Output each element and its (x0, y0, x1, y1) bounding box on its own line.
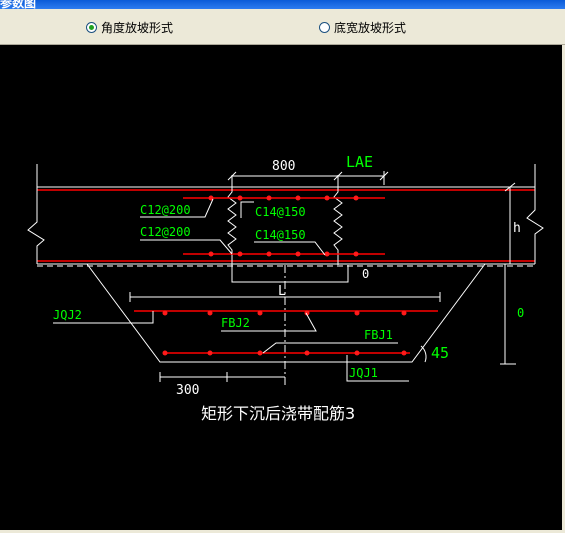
radio-bottom-width-slope-label: 底宽放坡形式 (334, 20, 407, 35)
left-break-line (27, 164, 45, 264)
c14-top-leader (240, 201, 254, 218)
zero-mid-bracket (231, 265, 349, 283)
zero-right-label: 0 (517, 306, 524, 320)
window-title: 参数图 (0, 0, 37, 9)
radio-selected-icon (86, 21, 97, 33)
radio-angle-slope[interactable]: 角度放坡形式 (86, 19, 173, 35)
drawing-canvas: 800 LAE C12@200 C12@200 C14@150 C14@150 … (0, 45, 565, 530)
fbj1-label: FBJ1 (364, 328, 393, 342)
drawing-caption: 矩形下沉后浇带配筋3 (201, 404, 355, 423)
right-break-line (526, 164, 544, 264)
dim-800-label: 800 (272, 159, 295, 174)
c14-bot-label: C14@150 (255, 228, 306, 242)
strip-right-edge (333, 175, 343, 265)
radio-unselected-icon (319, 21, 330, 33)
fbj2-label: FBJ2 (221, 316, 250, 330)
radio-bottom-width-slope[interactable]: 底宽放坡形式 (319, 19, 406, 35)
h-label: h (513, 221, 521, 236)
options-bar: 角度放坡形式 底宽放坡形式 (0, 9, 565, 45)
rebar-drawing: 800 LAE C12@200 C12@200 C14@150 C14@150 … (27, 153, 544, 423)
angle-label: 45 (431, 344, 449, 362)
c14-bot-leader (254, 241, 326, 256)
radio-angle-slope-label: 角度放坡形式 (101, 20, 174, 35)
zero-mid-label: 0 (362, 267, 369, 281)
pit-outline (86, 263, 486, 363)
dim-300-label: 300 (176, 383, 199, 398)
c12-bot-leader (140, 239, 233, 255)
jqj1-label: JQJ1 (349, 366, 378, 380)
jqj2-label: JQJ2 (53, 308, 82, 322)
fbj1-leader (262, 342, 398, 354)
c12-top-label: C12@200 (140, 203, 191, 217)
c14-top-label: C14@150 (255, 205, 306, 219)
c12-bot-label: C12@200 (140, 225, 191, 239)
window-titlebar: 参数图 (0, 0, 565, 9)
lae-label: LAE (346, 153, 373, 171)
